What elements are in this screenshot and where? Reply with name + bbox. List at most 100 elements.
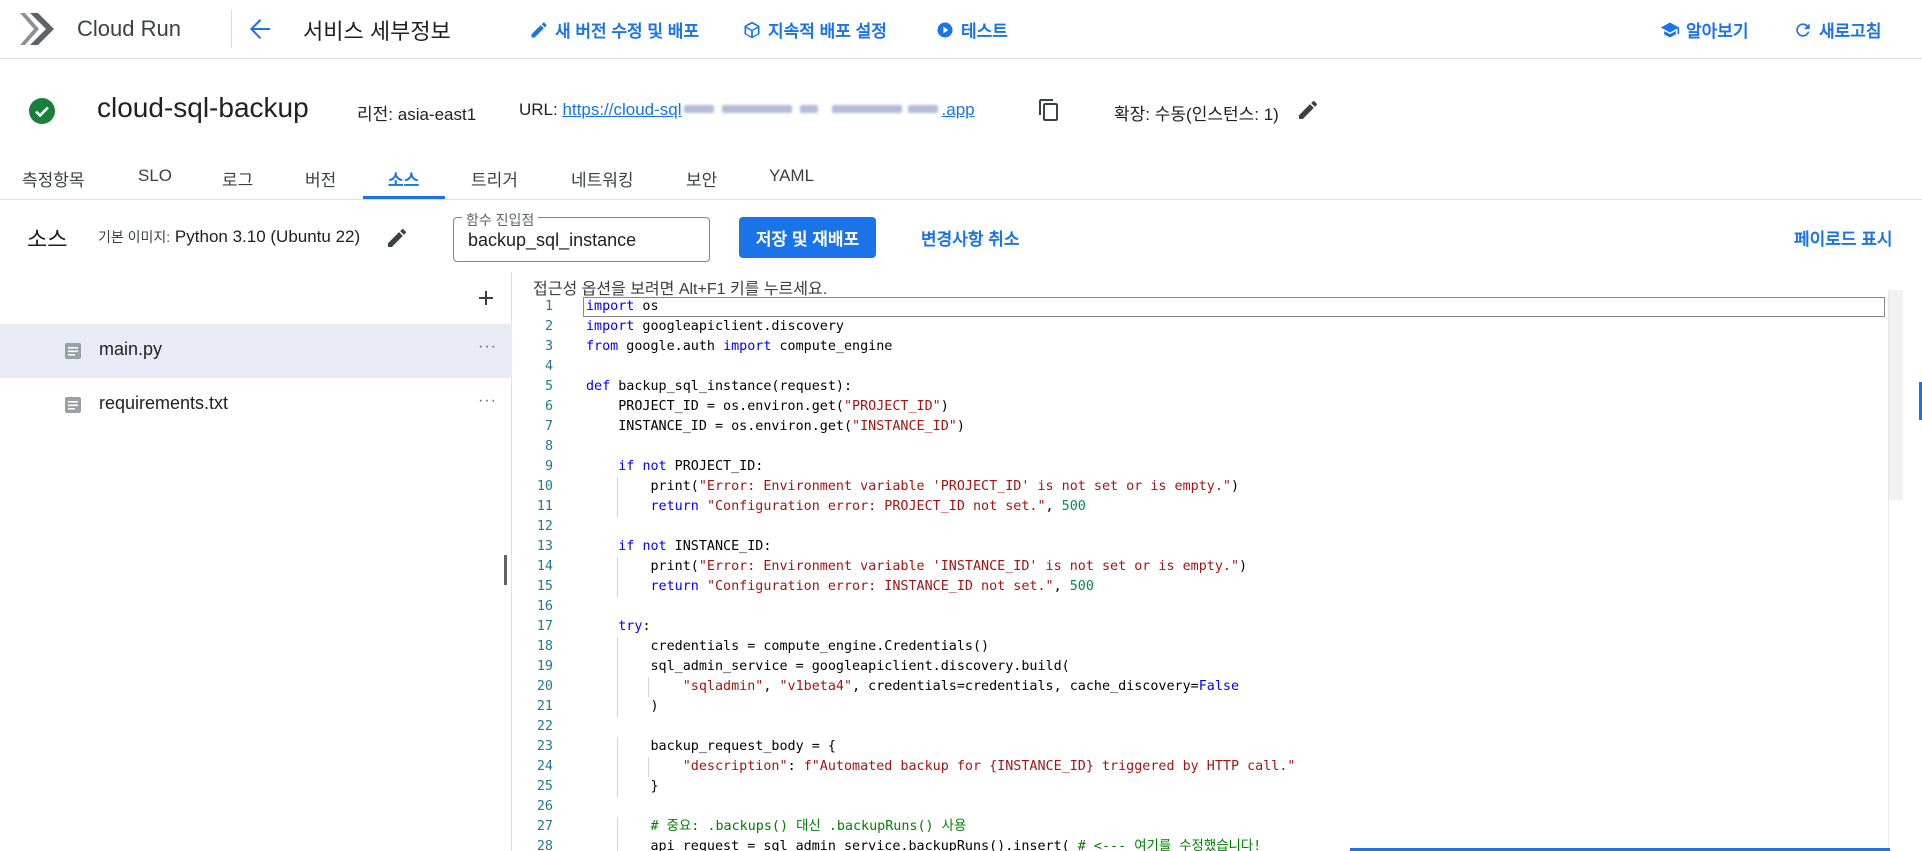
region-info: 리전: asia-east1 xyxy=(357,100,476,125)
edit-base-image-pencil-icon[interactable] xyxy=(385,226,409,250)
edit-deploy-button[interactable]: 새 버전 수정 및 배포 xyxy=(529,17,699,42)
tab-logs[interactable]: 로그 xyxy=(222,166,253,191)
url-info: URL: https://cloud-sql .app xyxy=(519,100,975,120)
code-line: 4 xyxy=(513,357,1889,377)
learn-label: 알아보기 xyxy=(1686,22,1749,41)
line-number: 24 xyxy=(536,759,553,774)
code-line: 19 sql_admin_service = googleapiclient.d… xyxy=(513,657,1889,677)
region-value: asia-east1 xyxy=(397,105,477,124)
tab-networking[interactable]: 네트워킹 xyxy=(571,166,634,191)
entry-point-input[interactable] xyxy=(468,230,698,251)
top-app-bar: Cloud Run 서비스 세부정보 새 버전 수정 및 배포 지속적 배포 설… xyxy=(0,0,1922,59)
code-text: print("Error: Environment variable 'PROJ… xyxy=(586,479,1240,494)
base-image-info: 기본 이미지: Python 3.10 (Ubuntu 22) xyxy=(98,227,360,247)
continuous-deploy-button[interactable]: 지속적 배포 설정 xyxy=(742,17,887,42)
indent-guide xyxy=(617,657,619,677)
file-tree: main.py ··· requirements.txt ··· xyxy=(0,272,512,851)
scrollbar-thumb[interactable] xyxy=(1889,290,1903,500)
code-text: from google.auth import compute_engine xyxy=(586,339,893,354)
code-line: 3 from google.auth import compute_engine xyxy=(513,337,1889,357)
product-name[interactable]: Cloud Run xyxy=(77,16,181,42)
line-number: 20 xyxy=(536,679,553,694)
cloud-run-logo-icon[interactable] xyxy=(18,11,58,47)
file-item-main-py[interactable]: main.py ··· xyxy=(0,324,512,378)
region-label: 리전: xyxy=(357,105,394,124)
show-payload-button[interactable]: 페이로드 표시 xyxy=(1794,225,1893,250)
code-text: ) xyxy=(586,699,659,714)
line-number: 28 xyxy=(536,839,553,851)
indent-guide xyxy=(617,757,619,777)
indent-guide xyxy=(617,637,619,657)
copy-icon[interactable] xyxy=(1037,98,1061,122)
refresh-button[interactable]: 새로고침 xyxy=(1793,17,1882,42)
code-line: 20 "sqladmin", "v1beta4", credentials=cr… xyxy=(513,677,1889,697)
indent-guide xyxy=(617,677,619,697)
line-number: 22 xyxy=(536,719,553,734)
tab-metrics[interactable]: 측정항목 xyxy=(22,166,85,191)
code-line: 5 def backup_sql_instance(request): xyxy=(513,377,1889,397)
more-options-icon[interactable]: ··· xyxy=(478,338,497,356)
line-number: 16 xyxy=(536,599,553,614)
line-number: 13 xyxy=(536,539,553,554)
learn-button[interactable]: 알아보기 xyxy=(1660,17,1749,42)
tab-slo[interactable]: SLO xyxy=(138,166,172,186)
tab-yaml[interactable]: YAML xyxy=(769,166,814,186)
code-text: } xyxy=(586,779,659,794)
file-name: main.py xyxy=(99,339,163,359)
code-editor[interactable]: 1 import os 2 import googleapiclient.discov… xyxy=(513,297,1889,851)
page-title: 서비스 세부정보 xyxy=(303,19,451,44)
code-text: return "Configuration error: PROJECT_ID … xyxy=(650,499,1086,514)
code-line: 25 } xyxy=(513,777,1889,797)
code-line: 13 if not INSTANCE_ID: xyxy=(513,537,1889,557)
code-text: try: xyxy=(618,619,651,634)
continuous-deploy-label: 지속적 배포 설정 xyxy=(768,22,887,41)
tab-security[interactable]: 보안 xyxy=(686,166,717,191)
current-line-highlight xyxy=(583,297,1885,317)
panel-resize-handle[interactable] xyxy=(504,555,507,585)
line-number: 14 xyxy=(536,559,553,574)
code-line: 17 try: xyxy=(513,617,1889,637)
code-line: 2 import googleapiclient.discovery xyxy=(513,317,1889,337)
service-url-link[interactable]: https://cloud-sql .app xyxy=(562,100,974,119)
line-number: 27 xyxy=(536,819,553,834)
add-file-icon[interactable] xyxy=(474,286,498,310)
refresh-label: 새로고침 xyxy=(1819,22,1882,41)
discard-changes-button[interactable]: 변경사항 취소 xyxy=(921,225,1020,250)
save-redeploy-button[interactable]: 저장 및 재배포 xyxy=(739,217,876,258)
code-text: import googleapiclient.discovery xyxy=(586,319,844,334)
scale-label: 확장: xyxy=(1114,105,1151,124)
code-text: def backup_sql_instance(request): xyxy=(586,379,853,394)
test-button[interactable]: 테스트 xyxy=(935,17,1008,42)
code-line: 21 ) xyxy=(513,697,1889,717)
url-redacted xyxy=(682,100,942,118)
tab-triggers[interactable]: 트리거 xyxy=(471,166,518,191)
back-arrow-icon[interactable] xyxy=(244,13,276,45)
code-line: 7 INSTANCE_ID = os.environ.get("INSTANCE… xyxy=(513,417,1889,437)
file-icon xyxy=(65,397,81,413)
url-suffix: .app xyxy=(941,100,975,119)
line-number: 9 xyxy=(544,459,553,474)
tab-revisions[interactable]: 버전 xyxy=(305,166,336,191)
code-text: if not INSTANCE_ID: xyxy=(618,539,772,554)
code-line: 12 xyxy=(513,517,1889,537)
line-number: 11 xyxy=(536,499,553,514)
code-text: backup_request_body = { xyxy=(586,739,836,754)
code-text: api_request = sql_admin_service.backupRu… xyxy=(586,839,1262,851)
more-options-icon[interactable]: ··· xyxy=(478,392,497,410)
indent-guide xyxy=(617,477,619,497)
file-item-requirements-txt[interactable]: requirements.txt ··· xyxy=(0,378,512,432)
code-line: 16 xyxy=(513,597,1889,617)
source-title: 소스 xyxy=(27,227,68,252)
editor-scrollbar[interactable] xyxy=(1888,290,1903,851)
code-text: "sqladmin", "v1beta4", credentials=crede… xyxy=(682,679,1240,694)
edit-scale-pencil-icon[interactable] xyxy=(1296,98,1320,122)
line-number: 21 xyxy=(536,699,553,714)
indent-guide xyxy=(617,697,619,717)
indent-guide xyxy=(648,677,650,697)
scale-info: 확장: 수동(인스턴스: 1) xyxy=(1114,100,1279,125)
code-line: 26 xyxy=(513,797,1889,817)
url-label: URL: xyxy=(519,100,558,119)
indent-guide xyxy=(617,577,619,597)
tab-source[interactable]: 소스 xyxy=(388,166,419,191)
code-text: return "Configuration error: INSTANCE_ID… xyxy=(650,579,1094,594)
